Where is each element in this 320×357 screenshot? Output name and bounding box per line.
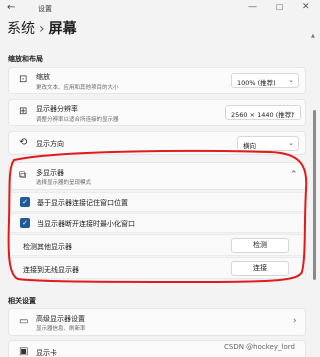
multi-display-subtitle: 选择显示器的呈现模式 <box>36 180 92 186</box>
orientation-row[interactable]: ⟲ 显示方向 横向 ⌄ <box>8 131 306 155</box>
breadcrumb-parent[interactable]: 系统 <box>7 21 35 37</box>
resolution-icon: ⊞ <box>19 106 28 117</box>
title-bar: ← 设置 — ☐ ✕ <box>0 0 320 18</box>
detect-button[interactable]: 检测 <box>231 238 289 253</box>
resolution-subtitle: 调整分辨率以适合所连接的显示器 <box>36 117 119 123</box>
multi-display-row[interactable]: ⧉ 多显示器 选择显示器的呈现模式 ⌃ <box>8 162 306 190</box>
scale-subtitle: 更改文本、应用和其他项目的大小 <box>36 85 119 91</box>
orientation-title: 显示方向 <box>36 140 64 148</box>
advanced-display-title: 高级显示器设置 <box>36 315 85 323</box>
detect-displays-row: 检测其他显示器 检测 <box>8 234 306 256</box>
graphics-icon: ▣ <box>19 346 29 357</box>
scroll-up-arrow-icon[interactable]: ▲ <box>311 33 315 39</box>
chevron-down-icon: ⌄ <box>288 139 294 147</box>
detect-displays-label: 检测其他显示器 <box>23 243 72 251</box>
remember-window-positions-row[interactable]: ✓ 基于显示器连接记住窗口位置 <box>8 192 306 212</box>
orientation-dropdown[interactable]: 横向 ⌄ <box>237 136 299 151</box>
minimize-windows-row[interactable]: ✓ 当显示器断开连接时最小化窗口 <box>8 213 306 233</box>
advanced-display-row[interactable]: ▭ 高级显示器设置 显示器信息、刷新率 › <box>8 308 306 336</box>
breadcrumb: 系统 › 屏幕 <box>7 18 77 38</box>
scale-title: 缩放 <box>36 73 50 81</box>
back-arrow-icon[interactable]: ← <box>7 2 15 13</box>
resolution-dropdown[interactable]: 2560 × 1440 (推荐) ⌄ <box>225 105 301 120</box>
orientation-dropdown-value: 横向 <box>243 142 256 150</box>
chevron-down-icon: ⌄ <box>290 108 296 116</box>
breadcrumb-current: 屏幕 <box>48 21 77 37</box>
watermark: CSDN @hockey_lord <box>224 343 295 351</box>
remember-window-positions-label: 基于显示器连接记住窗口位置 <box>37 199 128 207</box>
scale-dropdown[interactable]: 100% (推荐) ⌄ <box>231 73 299 88</box>
scale-icon: ⊡ <box>19 74 28 85</box>
scrollbar[interactable] <box>313 110 316 280</box>
scale-row[interactable]: ⊡ 缩放 更改文本、应用和其他项目的大小 100% (推荐) ⌄ <box>8 67 306 94</box>
wireless-display-row: 连接到无线显示器 连接 <box>8 257 306 279</box>
minimize-windows-checkbox[interactable]: ✓ <box>20 218 30 228</box>
orientation-icon: ⟲ <box>19 137 28 148</box>
minimize-icon[interactable]: — <box>248 2 257 12</box>
section-label-related: 相关设置 <box>8 297 36 305</box>
chevron-up-icon[interactable]: ⌃ <box>290 170 298 180</box>
remember-window-positions-checkbox[interactable]: ✓ <box>20 197 30 207</box>
resolution-dropdown-value: 2560 × 1440 (推荐) <box>231 111 294 119</box>
advanced-display-subtitle: 显示器信息、刷新率 <box>36 326 86 332</box>
chevron-right-icon: › <box>293 316 297 326</box>
connect-button[interactable]: 连接 <box>231 261 289 276</box>
maximize-icon[interactable]: ☐ <box>276 3 283 12</box>
breadcrumb-separator: › <box>39 21 45 37</box>
section-label-scale-layout: 缩放和布局 <box>8 55 43 63</box>
graphics-title: 显示卡 <box>36 349 57 357</box>
scale-dropdown-value: 100% (推荐) <box>237 79 276 87</box>
app-title: 设置 <box>38 5 52 13</box>
multi-display-title: 多显示器 <box>36 169 64 177</box>
chevron-down-icon: ⌄ <box>288 76 294 84</box>
resolution-title: 显示器分辨率 <box>36 105 78 113</box>
close-icon[interactable]: ✕ <box>302 2 310 12</box>
wireless-display-label: 连接到无线显示器 <box>23 266 79 274</box>
monitor-icon: ▭ <box>19 316 29 327</box>
resolution-row[interactable]: ⊞ 显示器分辨率 调整分辨率以适合所连接的显示器 2560 × 1440 (推荐… <box>8 99 306 126</box>
minimize-windows-label: 当显示器断开连接时最小化窗口 <box>37 220 135 228</box>
multi-display-icon: ⧉ <box>19 170 27 181</box>
